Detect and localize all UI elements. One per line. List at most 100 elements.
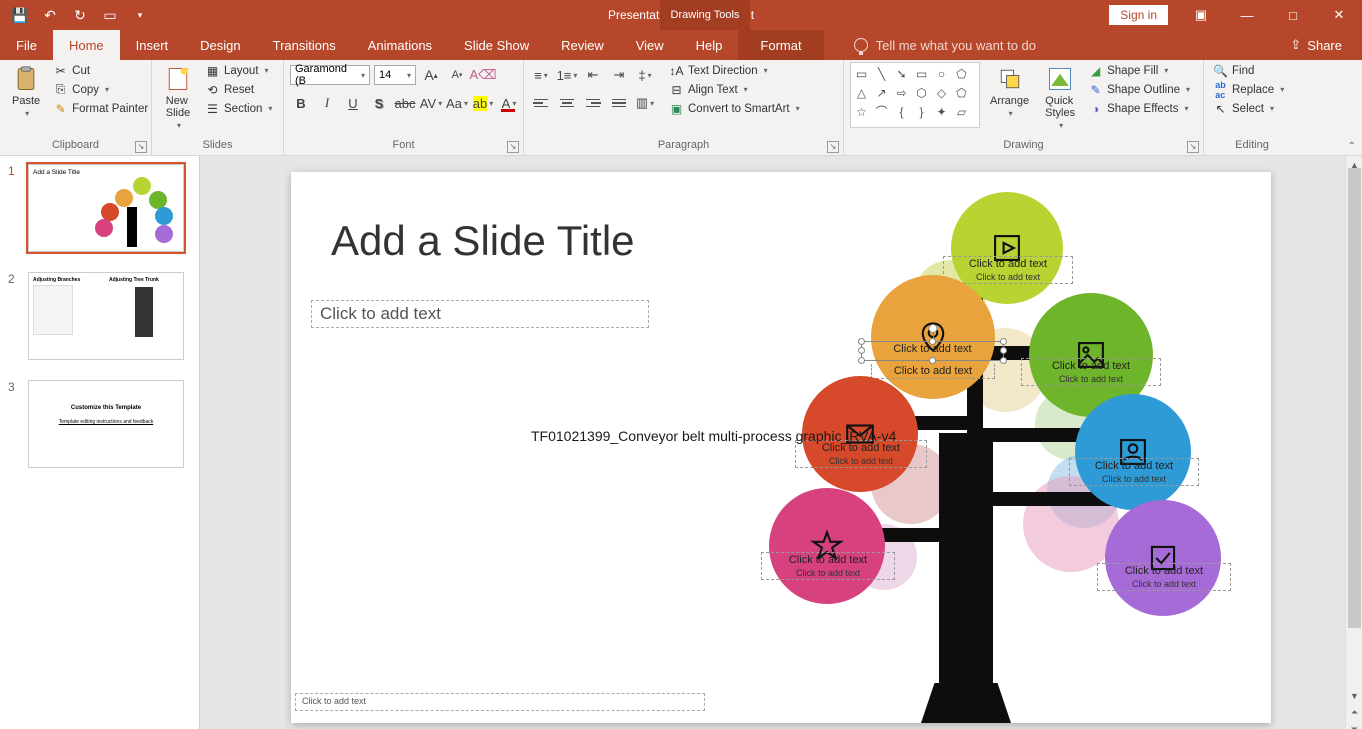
slide-thumbnail-panel[interactable]: 1 Add a Slide Title 2 Adjustin <box>0 156 200 729</box>
slide-title-placeholder[interactable]: Add a Slide Title <box>331 217 635 265</box>
resize-handle[interactable] <box>858 357 865 364</box>
prev-slide-icon[interactable]: ⏶ <box>1346 704 1362 721</box>
paste-button[interactable]: Paste▾ <box>6 62 46 121</box>
scroll-down-icon[interactable]: ▼ <box>1346 687 1362 704</box>
change-case-button[interactable]: Aa▾ <box>446 92 468 114</box>
circle-blue-title[interactable]: Click to add textClick to add text <box>1069 458 1199 486</box>
arrange-button[interactable]: Arrange▾ <box>984 62 1035 121</box>
slide[interactable]: Add a Slide Title Click to add text TF01… <box>291 172 1271 723</box>
replace-button[interactable]: abacReplace▾ <box>1210 81 1287 98</box>
font-color-button[interactable]: A▾ <box>498 92 520 114</box>
section-button[interactable]: ☰Section▾ <box>202 100 275 117</box>
resize-handle[interactable] <box>1000 347 1007 354</box>
align-text-button[interactable]: ⊟Align Text▾ <box>666 81 803 98</box>
tab-transitions[interactable]: Transitions <box>257 30 352 60</box>
align-right-button[interactable] <box>582 92 604 114</box>
new-slide-button[interactable]: New Slide▾ <box>158 62 198 133</box>
circle-purple[interactable] <box>1105 500 1221 616</box>
circle-purple-title[interactable]: Click to add textClick to add text <box>1097 563 1231 591</box>
next-slide-icon[interactable]: ⏷ <box>1346 721 1362 729</box>
circle-blue[interactable] <box>1075 394 1191 510</box>
minimize-icon[interactable]: — <box>1224 0 1270 30</box>
convert-smartart-button[interactable]: ▣Convert to SmartArt▾ <box>666 100 803 117</box>
layout-button[interactable]: ▦Layout▾ <box>202 62 275 79</box>
increase-indent-button[interactable]: ⇥ <box>608 64 630 86</box>
copy-button[interactable]: ⎘Copy▾ <box>50 81 151 98</box>
tab-help[interactable]: Help <box>680 30 739 60</box>
justify-button[interactable] <box>608 92 630 114</box>
paragraph-dialog-launcher[interactable]: ↘ <box>827 141 839 153</box>
align-left-button[interactable] <box>530 92 552 114</box>
slide-canvas-area[interactable]: Add a Slide Title Click to add text TF01… <box>200 156 1362 729</box>
tab-format[interactable]: Format <box>738 30 823 60</box>
maximize-icon[interactable]: □ <box>1270 0 1316 30</box>
ribbon-display-options-icon[interactable]: ▣ <box>1178 0 1224 30</box>
select-button[interactable]: ↖Select▾ <box>1210 100 1287 117</box>
resize-handle[interactable] <box>1000 338 1007 345</box>
collapse-ribbon-icon[interactable]: ⌃ <box>1348 141 1356 152</box>
clear-formatting-button[interactable]: A⌫ <box>472 64 494 86</box>
shape-textbox-icon[interactable]: ▭ <box>853 65 870 82</box>
start-from-beginning-icon[interactable]: ▭ <box>96 1 124 29</box>
sign-in-button[interactable]: Sign in <box>1109 5 1168 25</box>
drawing-dialog-launcher[interactable]: ↘ <box>1187 141 1199 153</box>
circle-magenta-title[interactable]: Click to add textClick to add text <box>761 552 895 580</box>
slide-thumbnail-1[interactable]: Add a Slide Title <box>28 164 184 252</box>
scrollbar-thumb[interactable] <box>1348 168 1361 628</box>
shape-outline-button[interactable]: ✎Shape Outline▾ <box>1085 81 1193 98</box>
share-button[interactable]: Share <box>1307 38 1342 53</box>
quick-styles-button[interactable]: Quick Styles▾ <box>1039 62 1081 133</box>
tab-animations[interactable]: Animations <box>352 30 448 60</box>
shapes-gallery[interactable]: ▭╲➘▭○⬠ △↗⇨⬡◇⬠ ☆⌒{}✦▱ <box>850 62 980 128</box>
tab-file[interactable]: File <box>0 30 53 60</box>
font-size-combo[interactable]: 14▾ <box>374 65 416 85</box>
slide-subtitle-placeholder[interactable]: Click to add text <box>311 300 649 328</box>
tab-insert[interactable]: Insert <box>120 30 185 60</box>
close-icon[interactable]: ✕ <box>1316 0 1362 30</box>
resize-handle[interactable] <box>1000 357 1007 364</box>
numbering-button[interactable]: 1≡▾ <box>556 64 578 86</box>
undo-icon[interactable]: ↶ <box>36 1 64 29</box>
line-spacing-button[interactable]: ‡▾ <box>634 64 656 86</box>
text-direction-button[interactable]: ↕AText Direction▾ <box>666 62 803 79</box>
tell-me-search[interactable]: Tell me what you want to do <box>854 30 1036 60</box>
redo-icon[interactable]: ↻ <box>66 1 94 29</box>
circle-orange-sub[interactable]: Click to add text <box>871 364 995 379</box>
circle-magenta[interactable] <box>769 488 885 604</box>
bold-button[interactable]: B <box>290 92 312 114</box>
font-dialog-launcher[interactable]: ↘ <box>507 141 519 153</box>
bullets-button[interactable]: ≡▾ <box>530 64 552 86</box>
char-spacing-button[interactable]: AV▾ <box>420 92 442 114</box>
cut-button[interactable]: ✂Cut <box>50 62 151 79</box>
slide-thumbnail-2[interactable]: Adjusting Branches Adjusting Tree Trunk <box>28 272 184 360</box>
shape-effects-button[interactable]: ◑Shape Effects▾ <box>1085 100 1193 117</box>
qat-customize-icon[interactable]: ▾ <box>126 1 154 29</box>
tab-review[interactable]: Review <box>545 30 620 60</box>
clipboard-dialog-launcher[interactable]: ↘ <box>135 141 147 153</box>
circle-orange-title-selected[interactable]: Click to add text <box>861 341 1004 361</box>
slide-thumbnail-3[interactable]: Customize this Template Template editing… <box>28 380 184 468</box>
italic-button[interactable]: I <box>316 92 338 114</box>
shadow-button[interactable]: S <box>368 92 390 114</box>
find-button[interactable]: 🔍Find <box>1210 62 1287 79</box>
grow-font-button[interactable]: A▴ <box>420 64 442 86</box>
tab-home[interactable]: Home <box>53 30 120 60</box>
tab-view[interactable]: View <box>620 30 680 60</box>
align-center-button[interactable] <box>556 92 578 114</box>
decrease-indent-button[interactable]: ⇤ <box>582 64 604 86</box>
circle-red-title[interactable]: Click to add textClick to add text <box>795 440 927 468</box>
slide-footer-placeholder[interactable]: Click to add text <box>295 693 705 711</box>
resize-handle[interactable] <box>929 357 936 364</box>
strikethrough-button[interactable]: abc <box>394 92 416 114</box>
columns-button[interactable]: ▥▾ <box>634 92 656 114</box>
shrink-font-button[interactable]: A▾ <box>446 64 468 86</box>
circle-lime-title[interactable]: Click to add textClick to add text <box>943 256 1073 284</box>
rotate-handle[interactable] <box>928 324 937 333</box>
resize-handle[interactable] <box>858 347 865 354</box>
tab-design[interactable]: Design <box>184 30 256 60</box>
font-name-combo[interactable]: Garamond (B▾ <box>290 65 370 85</box>
underline-button[interactable]: U <box>342 92 364 114</box>
highlight-button[interactable]: ab▾ <box>472 92 494 114</box>
shape-fill-button[interactable]: ◢Shape Fill▾ <box>1085 62 1193 79</box>
vertical-scrollbar[interactable]: ▲ ▼ ⏶ ⏷ <box>1345 156 1362 729</box>
